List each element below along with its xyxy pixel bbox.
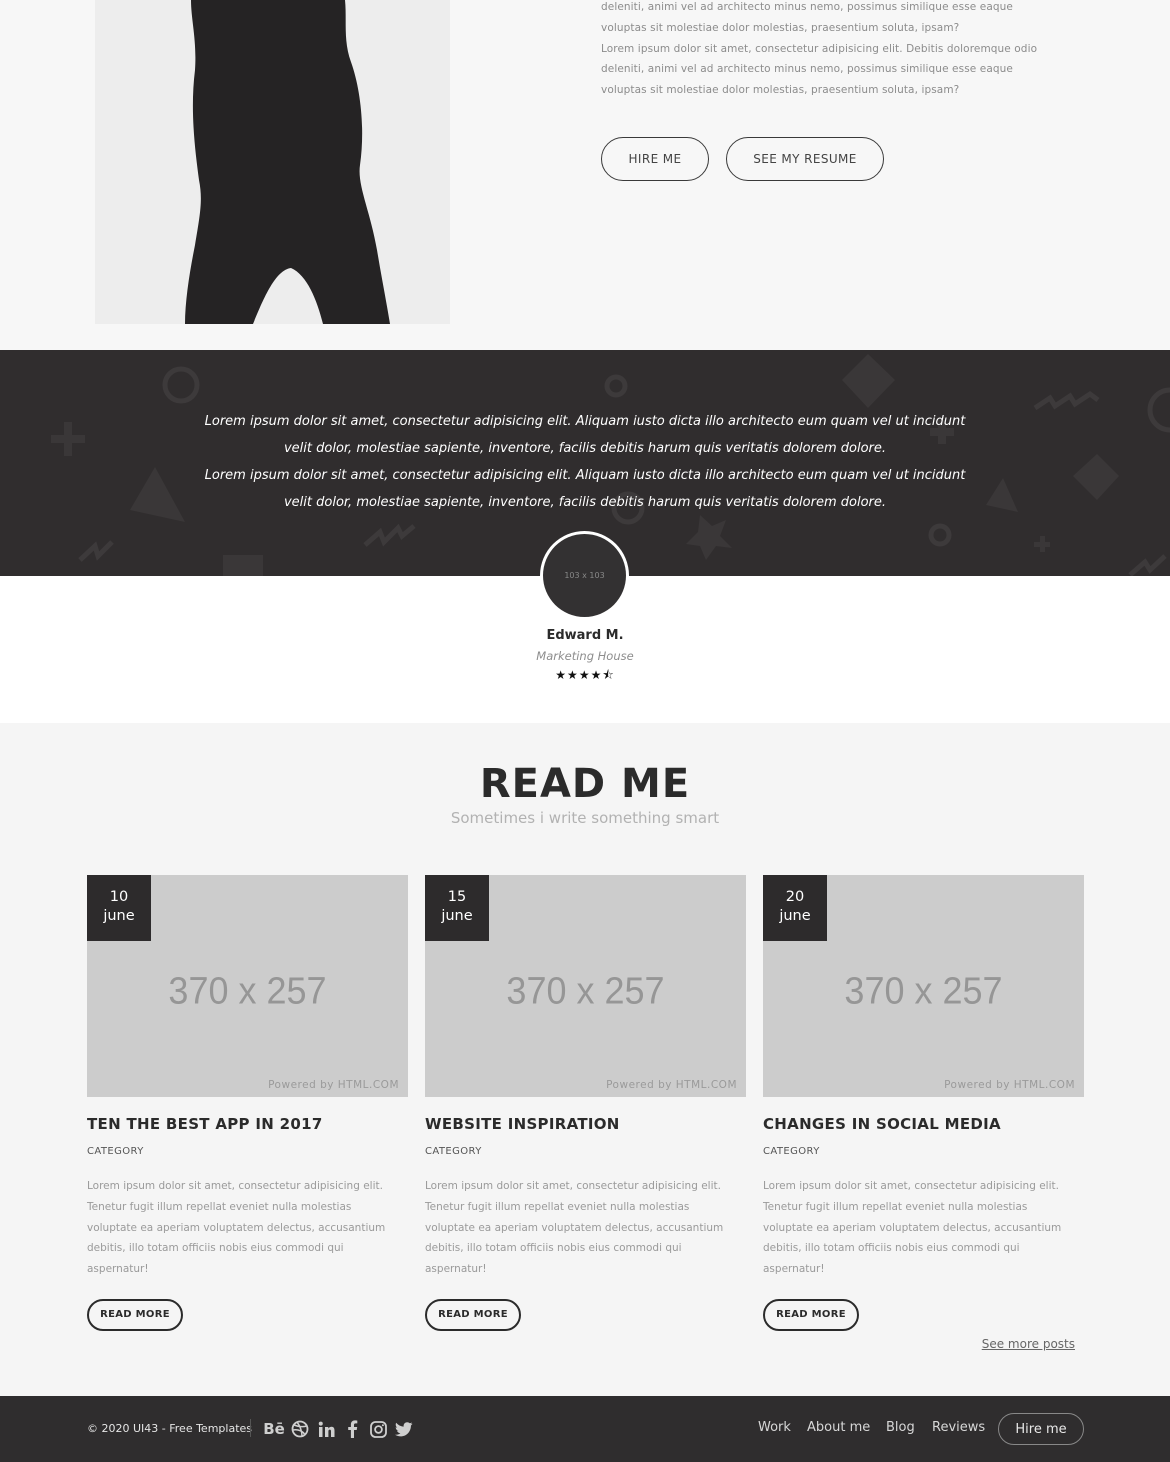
post-category[interactable]: CATEGORY (87, 1146, 408, 1157)
quote-line: Lorem ipsum dolor sit amet, consectetur … (204, 468, 966, 483)
footer-nav-work[interactable]: Work (758, 1420, 791, 1435)
footer: © 2020 UI43 - Free Templates Bē Work Abo… (0, 1396, 1170, 1462)
post-title[interactable]: CHANGES IN SOCIAL MEDIA (763, 1115, 1084, 1133)
person-silhouette (185, 0, 390, 324)
about-paragraph: Lorem ipsum dolor sit amet, consectetur … (601, 42, 1038, 97)
section-subtitle: Sometimes i write something smart (450, 809, 720, 827)
linkedin-icon[interactable] (316, 1418, 336, 1440)
see-resume-button[interactable]: SEE MY RESUME (726, 137, 884, 181)
powered-by-label: Powered by HTML.COM (606, 1079, 737, 1091)
quote-line: velit dolor, molestiae sapiente, invento… (283, 495, 886, 510)
footer-nav-about[interactable]: About me (807, 1420, 870, 1435)
footer-hire-me-button[interactable]: Hire me (998, 1413, 1084, 1445)
post-image[interactable]: 370 x 257 Powered by HTML.COM 15 june (425, 875, 746, 1097)
post-category[interactable]: CATEGORY (425, 1146, 746, 1157)
footer-nav-reviews[interactable]: Reviews (932, 1420, 985, 1435)
post-excerpt: Lorem ipsum dolor sit amet, consectetur … (87, 1180, 386, 1276)
post-image[interactable]: 370 x 257 Powered by HTML.COM 10 june (87, 875, 408, 1097)
footer-nav-blog[interactable]: Blog (886, 1420, 915, 1435)
testimonial-quote: Lorem ipsum dolor sit amet, consectetur … (200, 408, 970, 516)
twitter-icon[interactable] (394, 1418, 414, 1440)
date-day: 20 (785, 889, 805, 905)
powered-by-label: Powered by HTML.COM (268, 1079, 399, 1091)
section-title: READ ME (479, 761, 691, 807)
read-more-button[interactable]: READ MORE (87, 1298, 183, 1331)
about-paragraph: deleniti, animi vel ad architecto minus … (601, 1, 1013, 34)
footer-divider (250, 1419, 251, 1437)
post-category[interactable]: CATEGORY (763, 1146, 1084, 1157)
date-badge: 20 june (763, 875, 827, 941)
date-month: june (103, 908, 135, 924)
blog-post-card: 370 x 257 Powered by HTML.COM 20 june CH… (763, 875, 1084, 1331)
star-rating-icon: ★★★★⯪ (555, 668, 615, 682)
post-excerpt: Lorem ipsum dolor sit amet, consectetur … (425, 1180, 724, 1276)
see-more-posts-link[interactable]: See more posts (982, 1337, 1075, 1351)
post-excerpt: Lorem ipsum dolor sit amet, consectetur … (763, 1180, 1062, 1276)
hire-me-button[interactable]: HIRE ME (601, 137, 709, 181)
post-title[interactable]: WEBSITE INSPIRATION (425, 1115, 746, 1133)
image-placeholder-label: 370 x 257 (168, 968, 327, 1012)
powered-by-label: Powered by HTML.COM (944, 1079, 1075, 1091)
quote-line: velit dolor, molestiae sapiente, invento… (283, 441, 886, 456)
post-image[interactable]: 370 x 257 Powered by HTML.COM 20 june (763, 875, 1084, 1097)
behance-icon[interactable]: Bē (263, 1418, 285, 1440)
date-month: june (779, 908, 811, 924)
about-text: deleniti, animi vel ad architecto minus … (601, 0, 1041, 101)
post-title[interactable]: TEN THE BEST APP IN 2017 (87, 1115, 408, 1133)
date-day: 15 (447, 889, 467, 905)
reviewer-name: Edward M. (546, 628, 624, 643)
read-more-button[interactable]: READ MORE (763, 1298, 859, 1331)
date-badge: 15 june (425, 875, 489, 941)
date-month: june (441, 908, 473, 924)
portrait-image (95, 0, 450, 324)
about-section: deleniti, animi vel ad architecto minus … (0, 0, 1170, 350)
copyright-text: © 2020 UI43 - Free Templates (87, 1422, 253, 1435)
date-day: 10 (109, 889, 129, 905)
image-placeholder-label: 370 x 257 (506, 968, 665, 1012)
image-placeholder-label: 370 x 257 (844, 968, 1003, 1012)
blog-section: READ ME Sometimes i write something smar… (0, 723, 1170, 1396)
read-more-button[interactable]: READ MORE (425, 1298, 521, 1331)
facebook-icon[interactable] (343, 1418, 361, 1440)
quote-line: Lorem ipsum dolor sit amet, consectetur … (204, 414, 966, 429)
date-badge: 10 june (87, 875, 151, 941)
instagram-icon[interactable] (368, 1418, 388, 1440)
blog-post-card: 370 x 257 Powered by HTML.COM 15 june WE… (425, 875, 746, 1331)
dribbble-icon[interactable] (290, 1418, 310, 1440)
avatar: 103 x 103 (540, 531, 629, 620)
avatar-placeholder: 103 x 103 (543, 534, 626, 617)
reviewer-company: Marketing House (536, 649, 634, 663)
blog-post-card: 370 x 257 Powered by HTML.COM 10 june TE… (87, 875, 408, 1331)
